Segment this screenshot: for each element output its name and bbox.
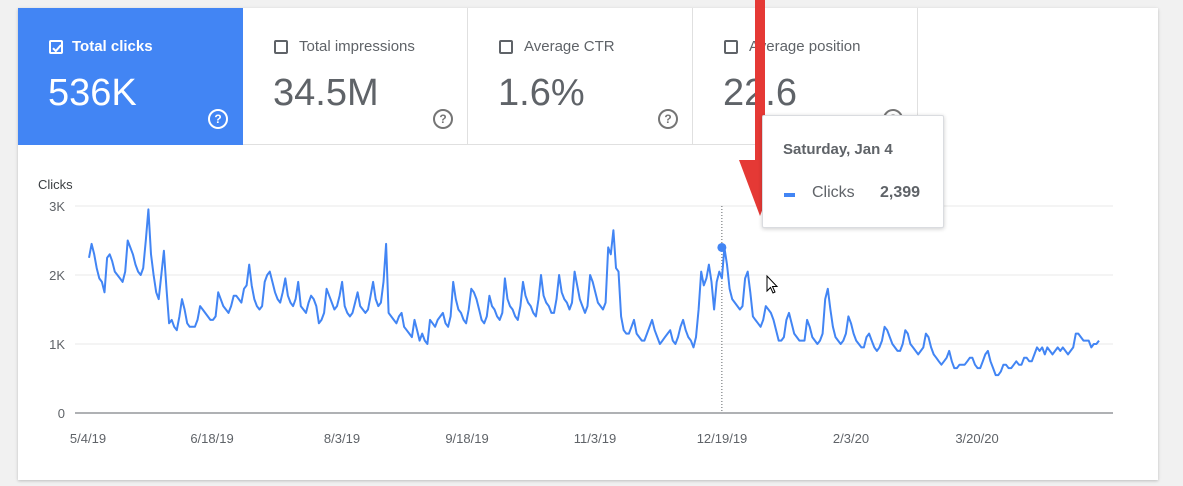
- x-tick-label: 8/3/19: [324, 431, 360, 446]
- x-tick-label: 5/4/19: [70, 431, 106, 446]
- x-tick-label: 9/18/19: [445, 431, 488, 446]
- y-tick-label: 0: [58, 406, 65, 421]
- y-axis-title: Clicks: [38, 177, 73, 192]
- tooltip-value: 2,399: [880, 184, 921, 201]
- y-tick-label: 1K: [49, 337, 65, 352]
- clicks-line-chart: Clicks 0 1K 2K 3K 5/4/19 6/18/19 8/3/19 9/18/1…: [38, 0, 1113, 446]
- y-axis-ticks: 0 1K 2K 3K: [49, 199, 65, 421]
- x-axis-ticks: 5/4/19 6/18/19 8/3/19 9/18/19 11/3/19 12/19/1…: [70, 431, 999, 446]
- x-tick-label: 2/3/20: [833, 431, 869, 446]
- series-line-clicks[interactable]: [88, 208, 1100, 377]
- cursor-icon: [766, 274, 779, 294]
- y-tick-label: 2K: [49, 268, 65, 283]
- x-tick-label: 11/3/19: [574, 431, 616, 446]
- highlight-point[interactable]: [717, 242, 727, 252]
- x-tick-label: 6/18/19: [190, 431, 233, 446]
- x-tick-label: 12/19/19: [697, 431, 748, 446]
- tooltip-series-name: Clicks: [812, 184, 855, 201]
- y-tick-label: 3K: [49, 199, 65, 214]
- x-tick-label: 3/20/20: [955, 431, 998, 446]
- tooltip-date: Saturday, Jan 4: [783, 141, 893, 158]
- chart-tooltip: Saturday, Jan 4 Clicks 2,399: [762, 115, 944, 228]
- tooltip-series-swatch: [784, 193, 795, 197]
